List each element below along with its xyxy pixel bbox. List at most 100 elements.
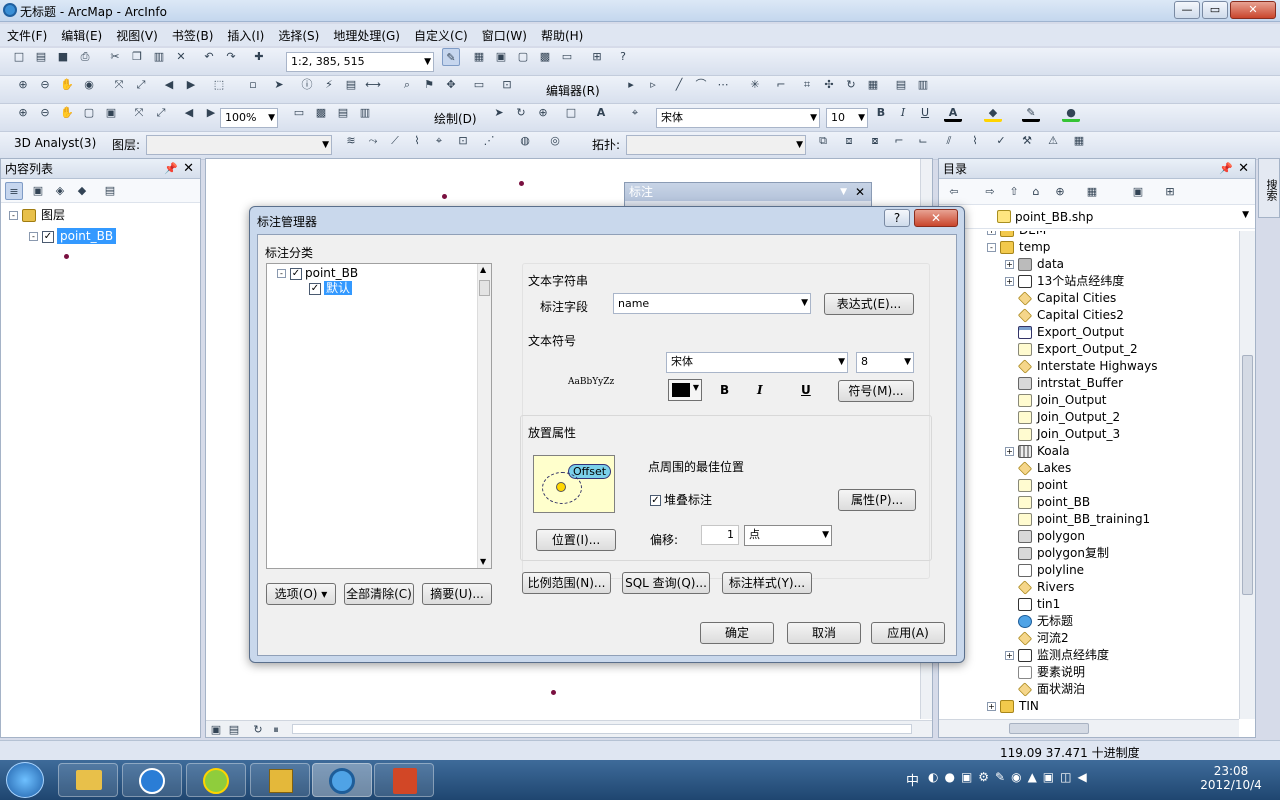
html-popup-icon[interactable]: ▤ xyxy=(342,76,360,94)
catalog-item[interactable]: polygon xyxy=(1005,528,1085,545)
generalize-icon[interactable]: ⌇ xyxy=(966,132,984,150)
catalog-item[interactable]: - temp xyxy=(987,239,1050,256)
catalog-item[interactable]: + 监测点经纬度 xyxy=(1005,647,1109,664)
catalog-item[interactable]: Join_Output_2 xyxy=(1005,409,1120,426)
contour-icon[interactable]: ≋ xyxy=(342,132,360,150)
analyst-layer-combo[interactable]: ▼ xyxy=(146,135,332,155)
redo-icon[interactable]: ↷ xyxy=(222,48,240,66)
tree-layer-checkbox[interactable]: ✓ xyxy=(290,267,302,280)
underline-button[interactable]: U xyxy=(916,104,934,122)
catalog-item[interactable]: Rivers xyxy=(1005,579,1074,596)
print-icon[interactable]: ⎙ xyxy=(76,48,94,66)
align-edge-icon[interactable]: ⫽ xyxy=(940,132,958,150)
catalog-item[interactable]: + TIN xyxy=(987,698,1039,715)
create-features-icon[interactable]: ▥ xyxy=(914,76,932,94)
expression-button[interactable]: 表达式(E)... xyxy=(824,293,914,315)
rotate-element-icon[interactable]: ↻ xyxy=(512,104,530,122)
cancel-button[interactable]: 取消 xyxy=(787,622,861,644)
interpolate-icon[interactable]: ⊡ xyxy=(454,132,472,150)
cut-polygons-icon[interactable]: ⌗ xyxy=(798,76,816,94)
fix-topology-icon[interactable]: ⚒ xyxy=(1018,132,1036,150)
marker-color-icon[interactable]: ● xyxy=(1062,104,1080,122)
menu-item-9[interactable]: 帮助(H) xyxy=(534,24,590,47)
layout-view-icon[interactable]: ▤ xyxy=(226,721,242,737)
expand-toggle[interactable]: - xyxy=(987,243,996,252)
symbol-button[interactable]: 符号(M)... xyxy=(838,380,914,402)
xy-icon[interactable]: ✥ xyxy=(442,76,460,94)
point-profile-icon[interactable]: ⌖ xyxy=(430,132,448,150)
list-by-drawing-icon[interactable]: ≡ xyxy=(5,182,23,200)
arctoolbox-icon[interactable]: ▩ xyxy=(536,48,554,66)
catalog-item[interactable]: +13个站点经纬度 xyxy=(1005,273,1124,290)
taskbar-explorer[interactable] xyxy=(58,763,118,797)
expand-toggle[interactable]: + xyxy=(1005,260,1014,269)
symbol-color-picker[interactable]: ▼ xyxy=(668,379,702,401)
layout-zoom-combo[interactable]: 100% ▼ xyxy=(220,108,278,128)
rotate-icon[interactable]: ↻ xyxy=(842,76,860,94)
zoom-whole-page-icon[interactable]: ▢ xyxy=(80,104,98,122)
validate-icon[interactable]: ✓ xyxy=(992,132,1010,150)
stack-label-checkbox[interactable]: ✓ xyxy=(650,495,661,506)
draw-menu[interactable]: 绘制(D) xyxy=(434,110,477,127)
zoom-100-icon[interactable]: ▣ xyxy=(102,104,120,122)
catalog-item[interactable]: + Koala xyxy=(1005,443,1070,460)
labeling-dropdown-icon[interactable]: ▼ xyxy=(840,183,847,201)
menu-item-5[interactable]: 选择(S) xyxy=(271,24,326,47)
toc-layer-point-bb[interactable]: - ✓ point_BB xyxy=(29,228,117,245)
clock[interactable]: 23:08 2012/10/4 xyxy=(1196,764,1266,792)
menu-item-1[interactable]: 编辑(E) xyxy=(54,24,109,47)
label-styles-button[interactable]: 标注样式(Y)... xyxy=(722,572,812,594)
catalog-item[interactable]: Join_Output xyxy=(1005,392,1107,409)
catalog-icon[interactable]: ▣ xyxy=(492,48,510,66)
copy-icon[interactable]: ❐ xyxy=(128,48,146,66)
apply-button[interactable]: 应用(A) xyxy=(871,622,945,644)
labeling-close-icon[interactable]: ✕ xyxy=(855,183,865,201)
catalog-item[interactable]: Interstate Highways xyxy=(1005,358,1157,375)
paste-icon[interactable]: ▥ xyxy=(150,48,168,66)
line-color-icon[interactable]: ✎ xyxy=(1022,104,1040,122)
catalog-item[interactable]: Capital Cities xyxy=(1005,290,1116,307)
topology-edit-icon[interactable]: ⧉ xyxy=(814,132,832,150)
catalog-horizontal-scrollbar[interactable] xyxy=(939,719,1239,737)
minimize-button[interactable]: — xyxy=(1174,1,1200,19)
catalog-close-icon[interactable]: ✕ xyxy=(1238,159,1249,179)
menu-item-3[interactable]: 书签(B) xyxy=(165,24,221,47)
taskbar-app-s[interactable] xyxy=(122,763,182,797)
offset-unit-select[interactable]: 点 ▼ xyxy=(744,525,832,546)
list-by-selection-icon[interactable]: ◆ xyxy=(73,182,91,200)
catalog-location-bar[interactable]: point_BB.shp ▼ xyxy=(939,205,1255,229)
fixed-zoom-out-icon[interactable]: ⤢ xyxy=(132,76,150,94)
viewer-icon[interactable]: ⊡ xyxy=(498,76,516,94)
taskbar-catalog[interactable] xyxy=(250,763,310,797)
clear-selection-icon[interactable]: ▫ xyxy=(244,76,262,94)
time-slider-icon[interactable]: ▭ xyxy=(470,76,488,94)
delete-icon[interactable]: ✕ xyxy=(172,48,190,66)
line-of-sight-icon[interactable]: ⟋ xyxy=(386,132,404,150)
measure-icon[interactable]: ⟷ xyxy=(364,76,382,94)
maximize-button[interactable]: ▭ xyxy=(1202,1,1228,19)
toc-options-icon[interactable]: ▤ xyxy=(101,182,119,200)
catalog-item[interactable]: Lakes xyxy=(1005,460,1071,477)
map-topology-icon[interactable]: ⧈ xyxy=(840,132,858,150)
layout-back-icon[interactable]: ◀ xyxy=(180,104,198,122)
toc-root[interactable]: - 图层 xyxy=(9,207,65,224)
split-icon[interactable]: ✣ xyxy=(820,76,838,94)
layout-fixed-out-icon[interactable]: ⤢ xyxy=(152,104,170,122)
expand-toggle[interactable]: + xyxy=(1005,447,1014,456)
open-icon[interactable]: ▤ xyxy=(32,48,50,66)
steepest-path-icon[interactable]: ⤳ xyxy=(364,132,382,150)
identify-icon[interactable]: ⓘ xyxy=(298,76,316,94)
catalog-item[interactable]: polyline xyxy=(1005,562,1084,579)
shared-features-icon[interactable]: ⧇ xyxy=(866,132,884,150)
edit-vertices-icon[interactable]: ✳ xyxy=(746,76,764,94)
python-icon[interactable]: ▭ xyxy=(558,48,576,66)
undo-icon[interactable]: ↶ xyxy=(200,48,218,66)
zoom-out-icon[interactable]: ⊖ xyxy=(36,76,54,94)
editor-menu[interactable]: 编辑器(R) xyxy=(546,82,600,99)
symbol-bold-button[interactable]: B xyxy=(720,383,729,397)
symbol-size-select[interactable]: 8 ▼ xyxy=(856,352,914,373)
hyperlink-icon[interactable]: ⚡ xyxy=(320,76,338,94)
catalog-pin-icon[interactable]: 📌 xyxy=(1219,159,1233,179)
data-driven-icon[interactable]: ▥ xyxy=(356,104,374,122)
ime-indicator[interactable]: 中 xyxy=(906,770,919,789)
